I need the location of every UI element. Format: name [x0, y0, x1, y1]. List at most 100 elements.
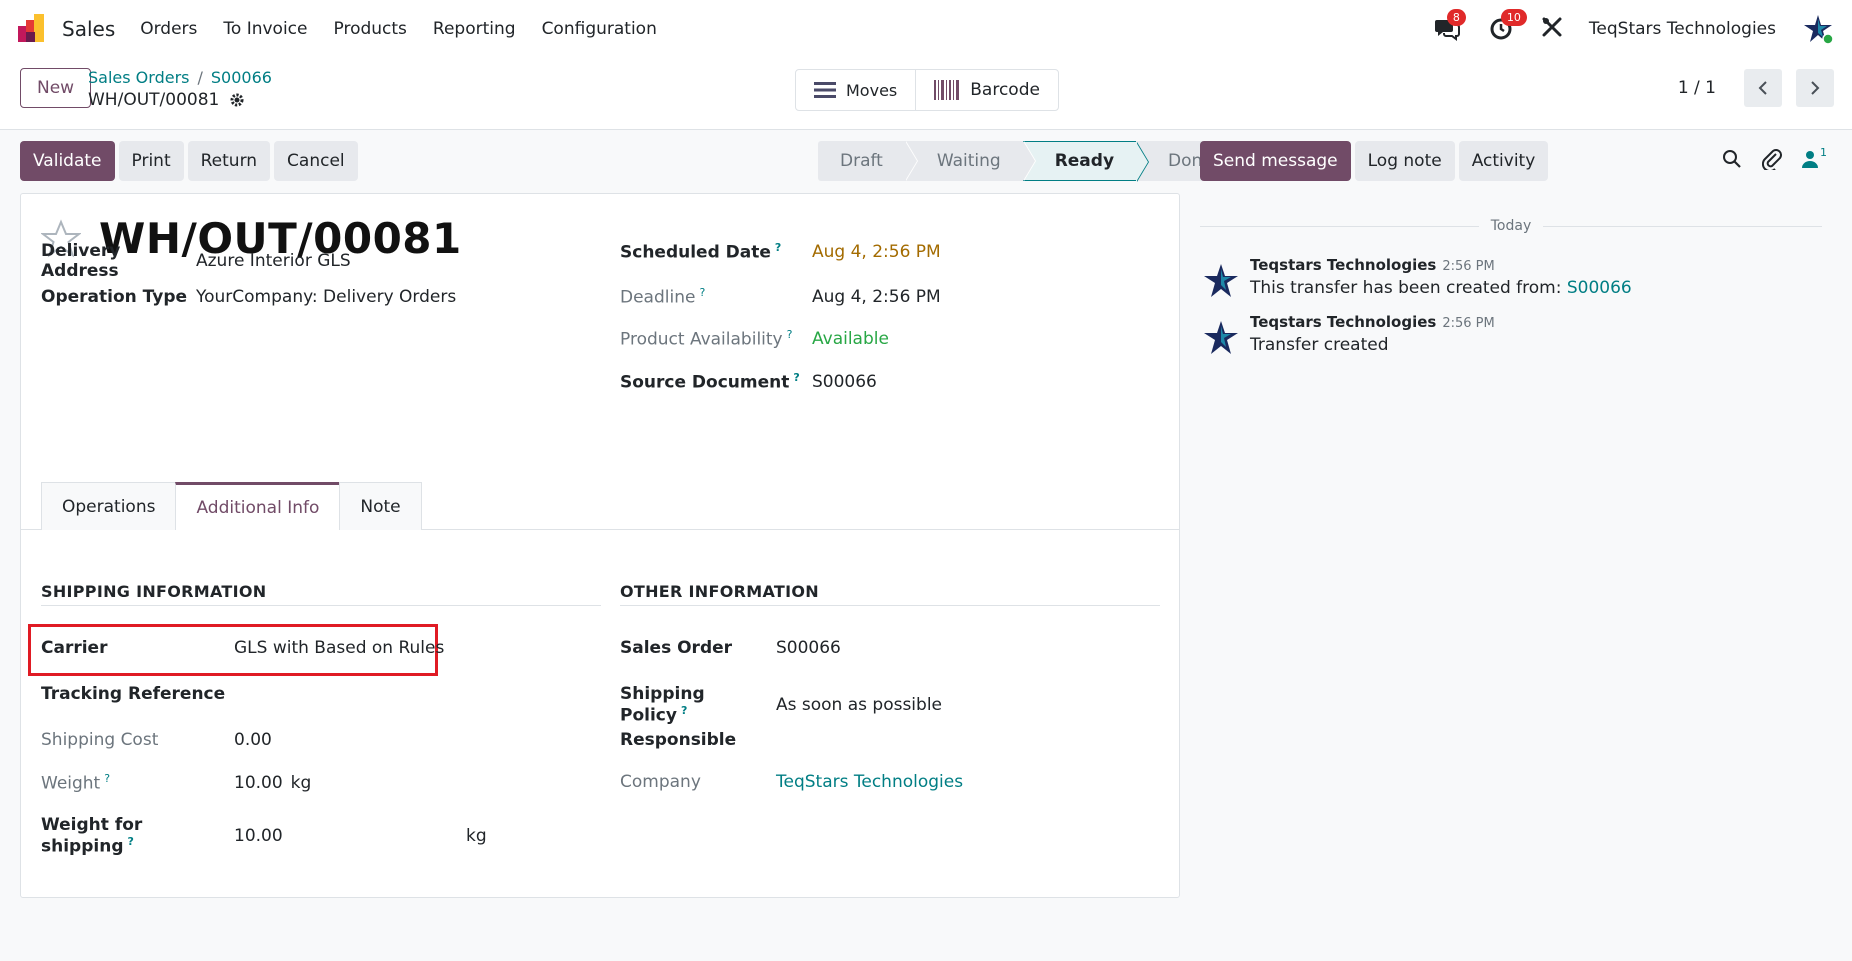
author-avatar[interactable] [1202, 262, 1240, 300]
pager-previous-button[interactable] [1744, 69, 1782, 107]
chatter-buttons: Send message Log note Activity [1200, 141, 1549, 181]
menu-configuration[interactable]: Configuration [529, 19, 670, 39]
sales-app-icon[interactable] [18, 14, 48, 44]
product-availability-value: Available [812, 328, 889, 349]
carrier-value[interactable]: GLS with Based on Rules [234, 638, 444, 658]
shipping-information-heading: SHIPPING INFORMATION [41, 582, 267, 601]
menu-to-invoice[interactable]: To Invoice [210, 19, 320, 39]
user-avatar[interactable] [1802, 13, 1834, 45]
barcode-label: Barcode [970, 80, 1040, 100]
scheduled-date-label: Scheduled Date? [620, 241, 782, 263]
moves-button[interactable]: Moves [796, 70, 915, 110]
breadcrumb-sales-orders[interactable]: Sales Orders [88, 68, 189, 87]
sales-order-row: Sales Order S00066 [620, 638, 841, 658]
scheduled-date-value[interactable]: Aug 4, 2:56 PM [812, 242, 941, 262]
return-button[interactable]: Return [187, 141, 271, 181]
weight-for-shipping-unit: kg [466, 825, 487, 846]
tracking-reference-row: Tracking Reference [41, 684, 234, 704]
app-name[interactable]: Sales [62, 17, 115, 41]
weight-label: Weight? [41, 772, 111, 794]
activity-button[interactable]: Activity [1458, 141, 1549, 181]
sales-order-value: S00066 [776, 638, 841, 658]
stage-waiting[interactable]: Waiting [904, 141, 1036, 181]
breadcrumb: Sales Orders / S00066 [88, 68, 272, 87]
message-time: 2:56 PM [1442, 316, 1495, 331]
scheduled-date-row: Scheduled Date? Aug 4, 2:56 PM [620, 241, 941, 263]
message-author[interactable]: Teqstars Technologies [1250, 256, 1436, 274]
messages-button[interactable]: 8 [1433, 9, 1466, 43]
product-availability-label: Product Availability? [620, 328, 793, 350]
validate-button[interactable]: Validate [20, 141, 115, 181]
company-row: Company TeqStars Technologies [620, 772, 963, 792]
debug-tools-icon[interactable] [1541, 16, 1563, 43]
form-sheet: WH/OUT/00081 Delivery Address Azure Inte… [20, 193, 1180, 898]
deadline-label: Deadline? [620, 286, 706, 308]
responsible-row: Responsible [620, 730, 776, 750]
menu-products[interactable]: Products [321, 19, 420, 39]
activities-button[interactable]: 10 [1487, 9, 1527, 43]
paperclip-icon[interactable] [1762, 148, 1782, 170]
weight-unit: kg [290, 772, 312, 793]
date-separator: Today [1200, 218, 1822, 234]
author-avatar[interactable] [1202, 319, 1240, 357]
carrier-row: Carrier GLS with Based on Rules [41, 638, 444, 658]
menu-orders[interactable]: Orders [127, 19, 210, 39]
shipping-policy-row: Shipping Policy? As soon as possible [620, 684, 942, 726]
company-switcher[interactable]: TeqStars Technologies [1589, 19, 1776, 39]
source-document-value[interactable]: S00066 [812, 372, 877, 392]
company-value[interactable]: TeqStars Technologies [776, 772, 963, 792]
shipping-policy-label: Shipping Policy? [620, 684, 705, 726]
navbar-systray: 8 10 TeqStars Technologies [1433, 0, 1834, 58]
shipping-cost-value: 0.00 [234, 730, 272, 750]
deadline-row: Deadline? Aug 4, 2:56 PM [620, 286, 941, 308]
main-menu: Orders To Invoice Products Reporting Con… [127, 19, 670, 39]
weight-for-shipping-value[interactable]: 10.00 [234, 826, 466, 846]
other-section-divider [620, 605, 1160, 606]
responsible-label: Responsible [620, 730, 737, 750]
operation-type-row: Operation Type YourCompany: Delivery Ord… [41, 287, 456, 307]
operation-type-value[interactable]: YourCompany: Delivery Orders [196, 287, 456, 307]
message-author[interactable]: Teqstars Technologies [1250, 313, 1436, 331]
menu-reporting[interactable]: Reporting [420, 19, 529, 39]
shipping-cost-row: Shipping Cost 0.00 [41, 730, 272, 750]
followers-button[interactable]: 1 [1802, 146, 1827, 168]
breadcrumb-order[interactable]: S00066 [211, 68, 272, 87]
cancel-button[interactable]: Cancel [274, 141, 358, 181]
tab-note[interactable]: Note [339, 482, 422, 530]
send-message-button[interactable]: Send message [1200, 141, 1351, 181]
activities-badge: 10 [1500, 9, 1527, 26]
notebook-tabs: Operations Additional Info Note [41, 482, 422, 530]
message-link[interactable]: S00066 [1567, 278, 1632, 298]
tab-additional-info[interactable]: Additional Info [175, 482, 341, 530]
message-text: This transfer has been created from: [1250, 278, 1567, 298]
pager-next-button[interactable] [1796, 69, 1834, 107]
form-action-buttons: Validate Print Return Cancel [20, 141, 358, 181]
new-button[interactable]: New [20, 68, 92, 108]
print-button[interactable]: Print [118, 141, 184, 181]
weight-for-shipping-row: Weight for shipping? 10.00 kg [41, 815, 487, 857]
weight-value: 10.00 [234, 772, 283, 793]
smart-buttons: Moves Barcode [795, 69, 1059, 111]
delivery-address-value[interactable]: Azure Interior GLS [196, 251, 351, 271]
stage-ready[interactable]: Ready [1022, 141, 1150, 182]
message-time: 2:56 PM [1442, 259, 1495, 274]
message-text: Transfer created [1250, 335, 1389, 355]
operation-type-label: Operation Type [41, 287, 188, 307]
shipping-policy-value[interactable]: As soon as possible [776, 695, 942, 715]
shipping-cost-label: Shipping Cost [41, 730, 159, 750]
chevron-right-icon [1811, 81, 1820, 95]
log-note-button[interactable]: Log note [1354, 141, 1455, 181]
pager-value[interactable]: 1 / 1 [1678, 78, 1716, 98]
source-document-row: Source Document? S00066 [620, 371, 877, 393]
deadline-value[interactable]: Aug 4, 2:56 PM [812, 287, 941, 307]
moves-label: Moves [846, 80, 898, 100]
sales-order-label: Sales Order [620, 638, 733, 658]
carrier-label: Carrier [41, 638, 108, 658]
search-icon[interactable] [1722, 149, 1742, 169]
gear-icon[interactable] [229, 92, 245, 108]
stage-draft[interactable]: Draft [818, 141, 918, 181]
tab-operations[interactable]: Operations [41, 482, 177, 530]
company-label: Company [620, 772, 701, 792]
date-separator-label: Today [1490, 218, 1532, 234]
barcode-button[interactable]: Barcode [915, 70, 1058, 110]
